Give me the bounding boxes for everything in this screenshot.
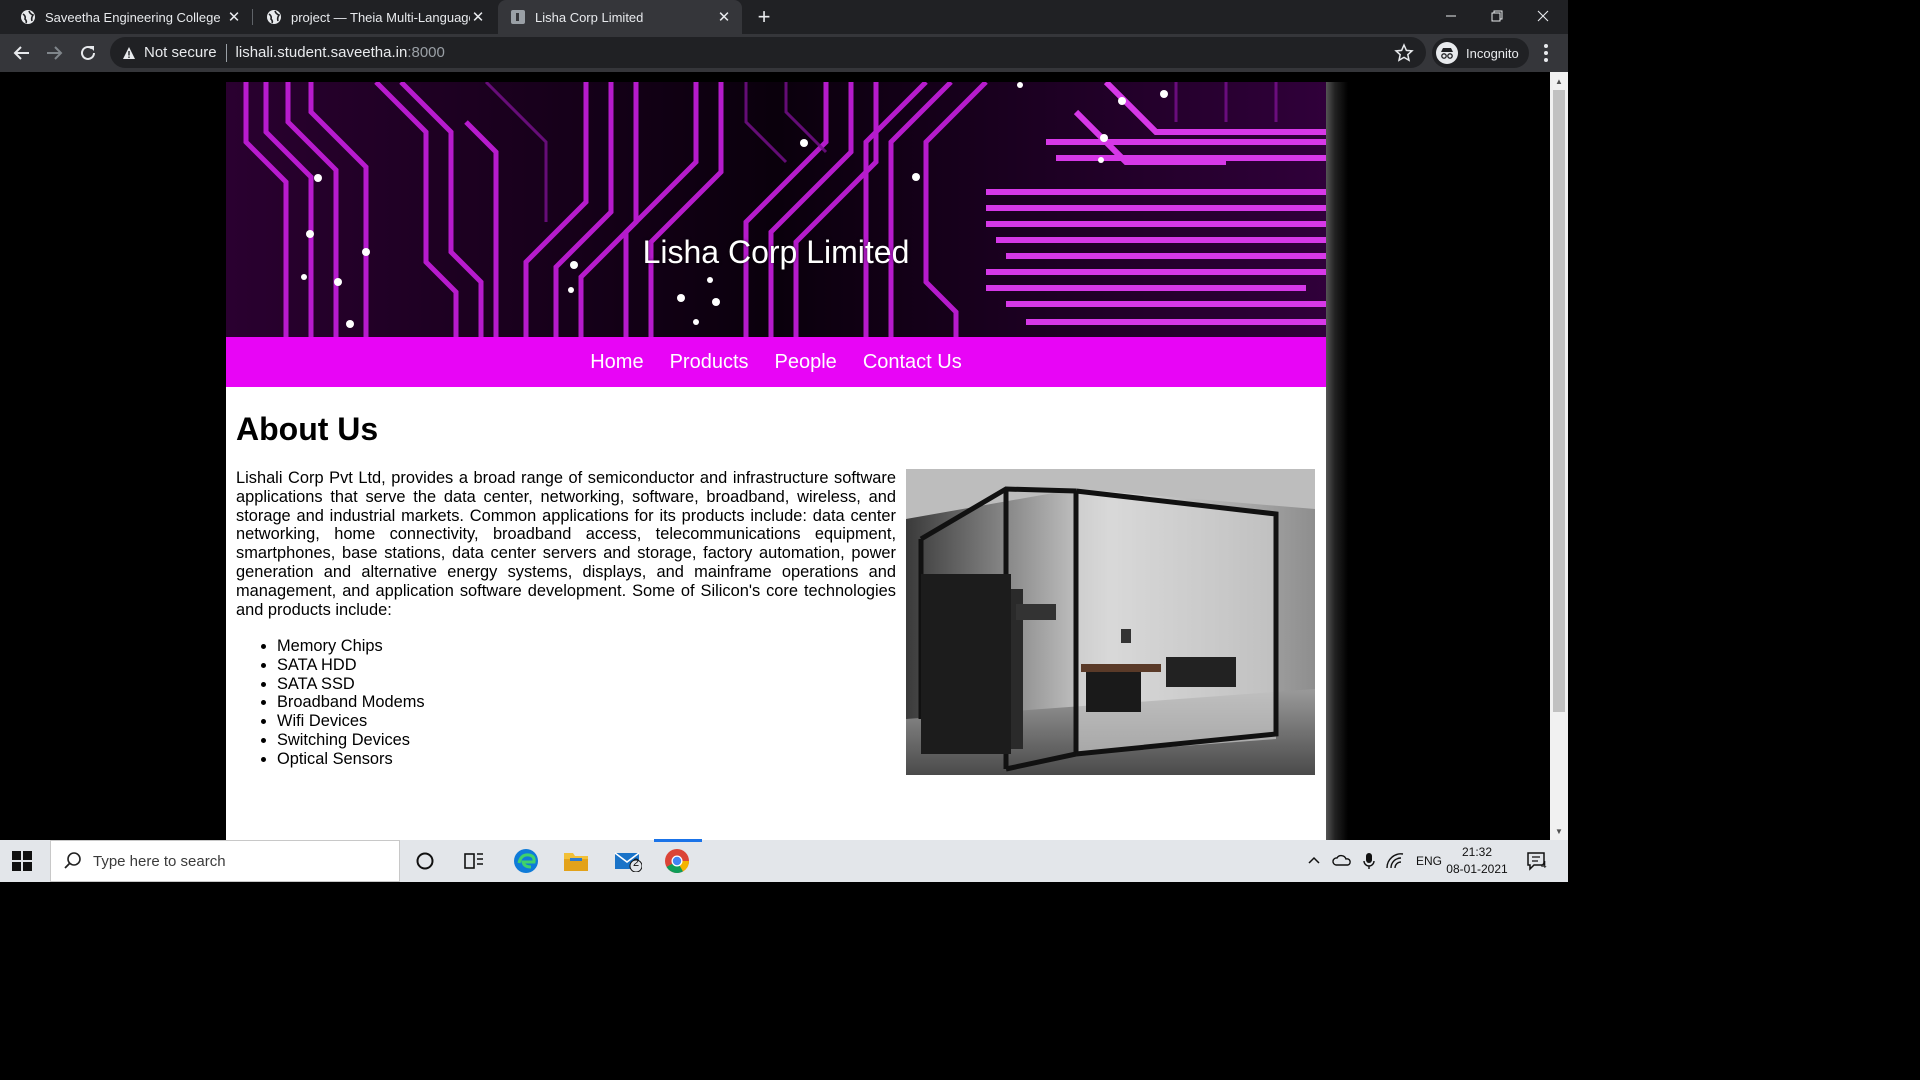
about-paragraph: Lishali Corp Pvt Ltd, provides a broad r… xyxy=(236,469,896,619)
clock-time: 21:32 xyxy=(1461,845,1493,859)
profile-label: Incognito xyxy=(1466,45,1519,61)
wifi-icon[interactable] xyxy=(1386,853,1404,869)
tab-lisha-corp[interactable]: Lisha Corp Limited ✕ xyxy=(498,0,742,34)
onedrive-cloud-icon[interactable] xyxy=(1332,853,1352,869)
list-item: SATA SSD xyxy=(277,675,425,694)
notification-count: 4 xyxy=(1541,860,1547,871)
nav-people[interactable]: People xyxy=(775,351,837,374)
tab-saveetha[interactable]: Saveetha Engineering College ✕ xyxy=(0,0,252,34)
site-container: Lisha Corp Limited Home Products People … xyxy=(226,82,1326,840)
tab-title: Lisha Corp Limited xyxy=(535,9,644,25)
security-label[interactable]: Not secure xyxy=(144,44,217,61)
mail-badge-count: 2 xyxy=(633,857,640,869)
restore-button[interactable] xyxy=(1474,0,1520,32)
file-explorer-button[interactable] xyxy=(561,846,591,876)
reload-button[interactable] xyxy=(72,37,104,69)
list-item: Broadband Modems xyxy=(277,693,425,712)
restore-icon xyxy=(1491,10,1503,22)
product-list: Memory Chips SATA HDD SATA SSD Broadband… xyxy=(277,637,425,769)
cortana-button[interactable] xyxy=(410,846,440,876)
url-host: lishali.student.saveetha.in xyxy=(235,44,408,61)
nav-products[interactable]: Products xyxy=(670,351,749,374)
scroll-down-icon[interactable]: ▼ xyxy=(1554,826,1564,836)
back-arrow-icon xyxy=(13,46,29,60)
page-icon xyxy=(511,10,525,24)
task-view-button[interactable] xyxy=(459,846,489,876)
incognito-icon xyxy=(1436,42,1458,64)
mail-taskbar-button[interactable]: 2 xyxy=(613,846,643,876)
minimize-button[interactable] xyxy=(1428,0,1474,32)
scrollbar-thumb[interactable] xyxy=(1553,90,1565,712)
task-view-icon xyxy=(464,853,483,869)
list-item: SATA HDD xyxy=(277,656,425,675)
edge-icon xyxy=(514,849,538,873)
edge-taskbar-button[interactable] xyxy=(511,846,541,876)
reload-icon xyxy=(81,45,95,60)
tab-strip: Saveetha Engineering College ✕ project —… xyxy=(0,0,1568,34)
active-app-indicator xyxy=(654,839,702,842)
omnibox-divider xyxy=(225,43,227,62)
clock-date: 08-01-2021 xyxy=(1446,862,1508,876)
globe-icon xyxy=(267,10,281,24)
bookmark-star-icon[interactable] xyxy=(1394,43,1414,63)
list-item: Wifi Devices xyxy=(277,712,425,731)
search-placeholder: Type here to search xyxy=(93,852,226,870)
scroll-up-icon[interactable]: ▲ xyxy=(1554,76,1564,86)
close-icon xyxy=(1537,10,1549,22)
close-tab-icon[interactable]: ✕ xyxy=(716,9,732,26)
nav-home[interactable]: Home xyxy=(590,351,643,374)
close-window-button[interactable] xyxy=(1520,0,1566,32)
address-bar[interactable]: Not secure lishali.student.saveetha.in:8… xyxy=(110,37,1426,68)
microphone-icon[interactable] xyxy=(1362,852,1376,870)
forward-arrow-icon xyxy=(47,46,63,60)
list-item: Switching Devices xyxy=(277,731,425,750)
nav-contact-us[interactable]: Contact Us xyxy=(863,351,962,374)
globe-icon xyxy=(21,10,35,24)
circuit-board-graphic xyxy=(226,82,1326,337)
page-heading: About Us xyxy=(236,411,379,447)
main-nav: Home Products People Contact Us xyxy=(226,337,1326,387)
new-tab-button[interactable]: + xyxy=(752,4,776,30)
more-menu-icon[interactable] xyxy=(1536,42,1556,64)
cortana-icon xyxy=(416,852,434,870)
close-tab-icon[interactable]: ✕ xyxy=(226,9,242,26)
action-center-button[interactable]: 4 xyxy=(1522,846,1552,876)
search-icon xyxy=(64,852,81,869)
incognito-profile-button[interactable]: Incognito xyxy=(1432,38,1529,68)
system-tray: ENG xyxy=(1306,840,1442,882)
taskbar-clock[interactable]: 21:32 08-01-2021 xyxy=(1444,844,1510,878)
chrome-icon xyxy=(665,849,689,874)
tab-theia[interactable]: project — Theia Multi-Language ✕ xyxy=(246,0,496,34)
taskbar-search-box[interactable]: Type here to search xyxy=(50,840,400,882)
chrome-taskbar-button[interactable] xyxy=(662,846,692,876)
list-item: Memory Chips xyxy=(277,637,425,656)
url-port: :8000 xyxy=(407,44,445,61)
list-item: Optical Sensors xyxy=(277,750,425,769)
folder-icon xyxy=(564,853,588,871)
close-tab-icon[interactable]: ✕ xyxy=(470,9,486,26)
tab-title: project — Theia Multi-Language xyxy=(291,9,470,25)
site-banner: Lisha Corp Limited xyxy=(226,82,1326,337)
office-photo xyxy=(906,469,1315,775)
windows-start-icon[interactable] xyxy=(12,851,32,871)
banner-title: Lisha Corp Limited xyxy=(642,234,910,270)
tab-title: Saveetha Engineering College xyxy=(45,9,221,25)
chevron-up-icon[interactable] xyxy=(1306,853,1322,869)
language-indicator[interactable]: ENG xyxy=(1416,854,1442,868)
forward-button[interactable] xyxy=(38,37,70,69)
warning-icon xyxy=(123,46,135,59)
browser-toolbar: Not secure lishali.student.saveetha.in:8… xyxy=(0,34,1568,72)
back-button[interactable] xyxy=(6,37,38,69)
windows-taskbar: Type here to search 2 ENG 21:32 08-01-20… xyxy=(0,840,1568,882)
page-viewport: Lisha Corp Limited Home Products People … xyxy=(0,72,1550,840)
page-edge-shadow xyxy=(1326,82,1348,840)
page-scrollbar[interactable]: ▲ ▼ xyxy=(1550,72,1568,840)
minimize-icon xyxy=(1446,15,1456,17)
